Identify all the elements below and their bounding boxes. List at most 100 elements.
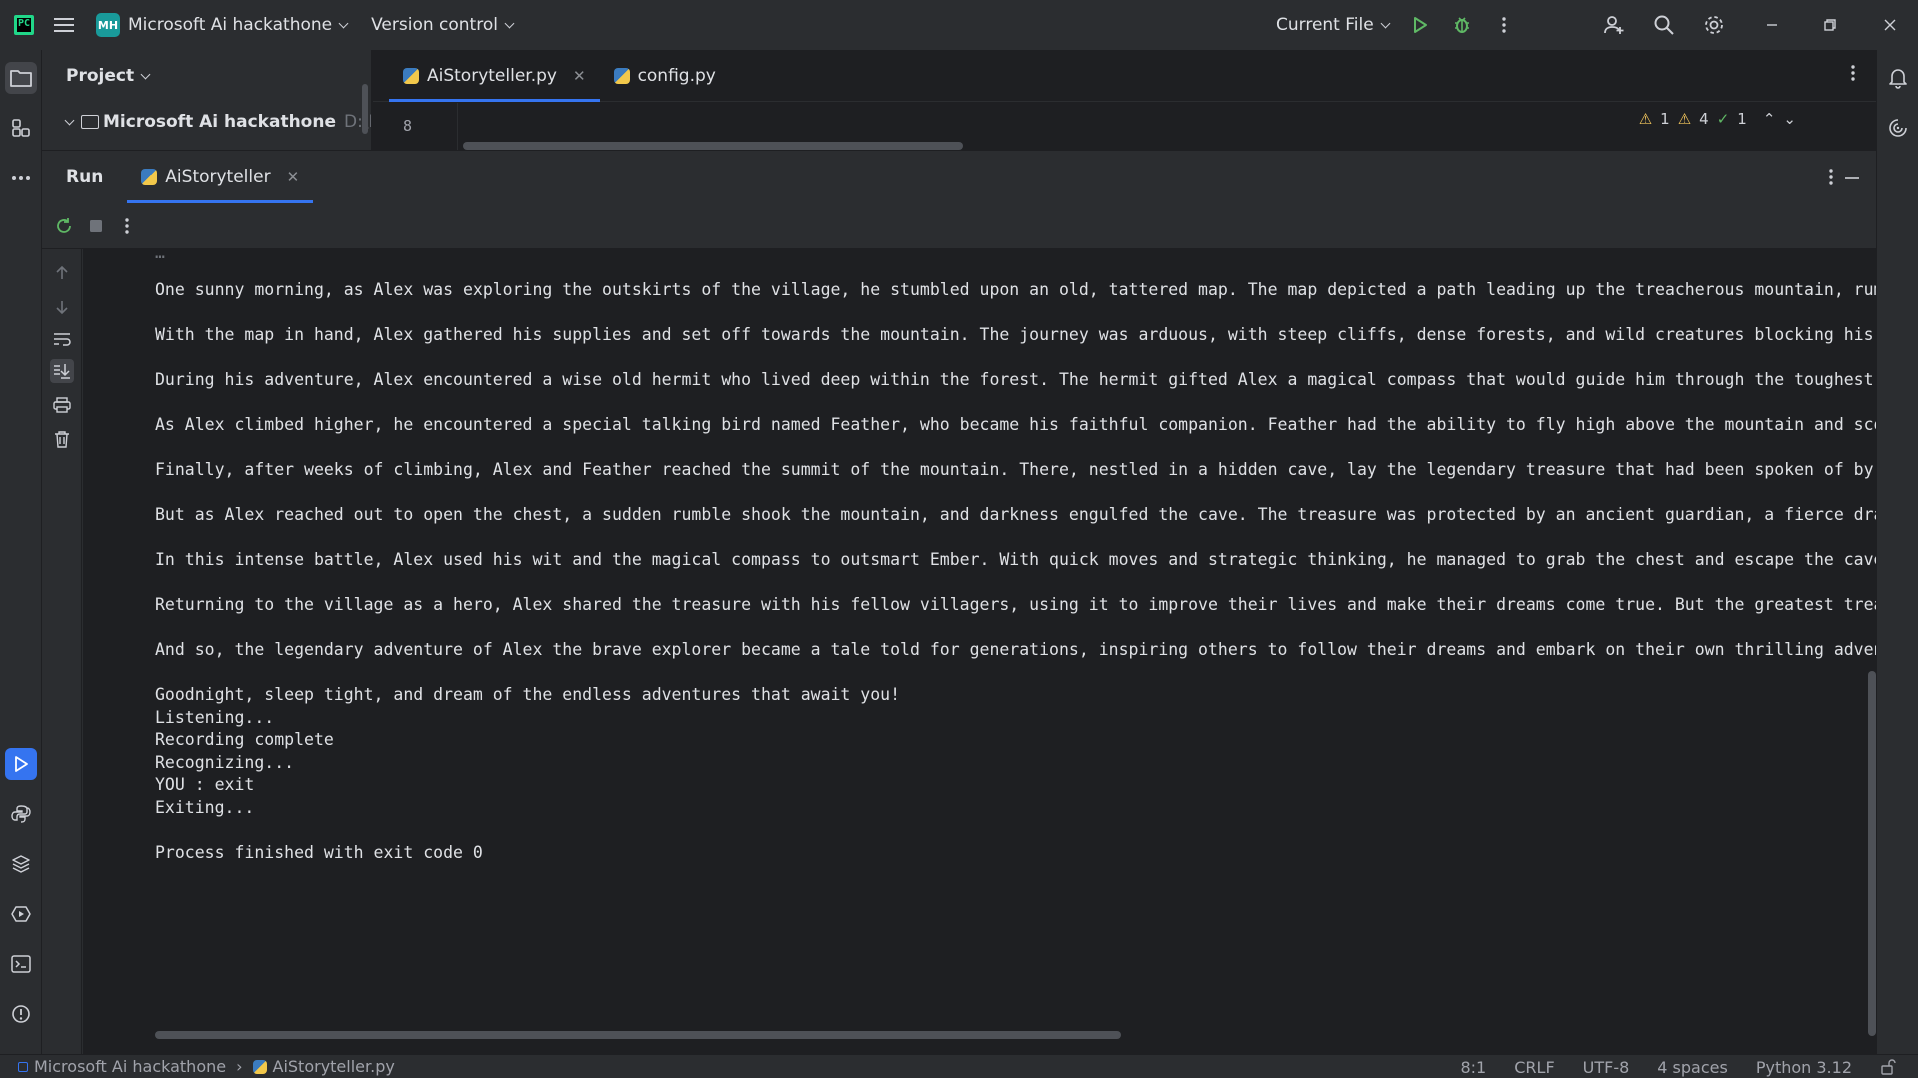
arrow-up-icon	[56, 265, 68, 279]
restore-button[interactable]	[1810, 0, 1850, 50]
caret-position[interactable]: 8:1	[1460, 1058, 1486, 1077]
search-everywhere-button[interactable]	[1644, 0, 1684, 50]
indent-setting[interactable]: 4 spaces	[1657, 1058, 1728, 1077]
run-tool-button[interactable]	[5, 748, 37, 780]
close-window-button[interactable]	[1870, 0, 1910, 50]
scroll-to-end-icon	[54, 364, 70, 379]
tree-root-row[interactable]: Microsoft Ai hackathone D:\P	[64, 112, 371, 132]
run-config-selector[interactable]: Current File	[1276, 0, 1391, 50]
stop-button[interactable]	[88, 218, 104, 234]
layers-icon	[12, 855, 30, 873]
run-tab-aistoryteller[interactable]: AiStoryteller ✕	[127, 151, 314, 203]
weak-warning-icon: ⚠	[1677, 110, 1692, 128]
run-toolbar	[42, 203, 1876, 249]
line-separator[interactable]: CRLF	[1514, 1058, 1554, 1077]
vcs-label: Version control	[371, 15, 498, 35]
more-vertical-icon	[1851, 65, 1855, 81]
minimize-button[interactable]	[1752, 0, 1792, 50]
settings-button[interactable]	[1694, 0, 1734, 50]
services-icon	[11, 906, 31, 922]
title-bar: PC MH Microsoft Ai hackathone Version co…	[0, 0, 1918, 50]
breadcrumb-file[interactable]: AiStoryteller.py	[273, 1057, 395, 1076]
structure-tool-button[interactable]	[5, 112, 37, 144]
console-output[interactable]: … One sunny morning, as Alex was explori…	[83, 249, 1876, 1055]
tab-label: config.py	[637, 66, 716, 86]
soft-wrap-icon	[54, 333, 71, 346]
more-actions-button[interactable]	[1484, 0, 1524, 50]
code-with-me-button[interactable]	[1594, 0, 1634, 50]
arrow-down-icon	[56, 301, 68, 315]
run-tab-label: AiStoryteller	[165, 167, 271, 187]
python-console-button[interactable]	[5, 798, 37, 830]
editor-horizontal-scrollbar[interactable]	[463, 142, 963, 150]
console-line: One sunny morning, as Alex was exploring…	[155, 280, 1876, 299]
console-line: As Alex climbed higher, he encountered a…	[155, 415, 1876, 434]
editor-tabs-more-button[interactable]	[1850, 64, 1856, 82]
bug-icon	[1455, 17, 1469, 33]
pycharm-logo-icon[interactable]: PC	[14, 15, 34, 35]
trash-icon	[55, 431, 69, 448]
close-tab-icon[interactable]: ✕	[573, 67, 586, 85]
search-icon	[1654, 15, 1674, 35]
more-tools-button[interactable]	[5, 162, 37, 194]
tab-aistoryteller[interactable]: AiStoryteller.py ✕	[389, 50, 600, 102]
project-name: Microsoft Ai hackathone	[128, 15, 333, 35]
chevron-down-icon	[140, 69, 151, 79]
lock-icon[interactable]	[1880, 1059, 1896, 1075]
breadcrumb-project[interactable]: Microsoft Ai hackathone	[34, 1057, 226, 1076]
rerun-button[interactable]	[54, 216, 74, 236]
run-options-button[interactable]	[1828, 168, 1834, 186]
debug-button[interactable]	[1442, 0, 1482, 50]
console-line: Recording complete	[155, 730, 334, 749]
run-toolbar-more-button[interactable]	[124, 217, 130, 235]
console-line: Process finished with exit code 0	[155, 843, 483, 862]
panel-scrollbar[interactable]	[362, 84, 368, 134]
soft-wrap-button[interactable]	[50, 327, 74, 351]
project-switcher[interactable]: Microsoft Ai hackathone	[128, 0, 349, 50]
print-button[interactable]	[50, 393, 74, 417]
more-vertical-icon	[1502, 17, 1506, 33]
clear-all-button[interactable]	[50, 427, 74, 451]
scroll-down-button[interactable]	[50, 295, 74, 319]
chevron-down-icon[interactable]: ⌄	[1783, 110, 1796, 128]
weak-warning-count: 4	[1699, 110, 1709, 128]
tab-config[interactable]: config.py	[600, 50, 730, 102]
chevron-up-icon[interactable]: ⌃	[1763, 110, 1776, 128]
python-file-icon	[403, 68, 419, 84]
project-panel-title: Project	[66, 66, 135, 86]
minimize-icon	[1845, 177, 1859, 179]
scroll-to-end-button[interactable]	[50, 359, 74, 383]
line-number: 8	[403, 117, 413, 135]
scroll-up-button[interactable]	[50, 261, 74, 285]
ai-assistant-icon	[1889, 119, 1907, 137]
editor-tabs: AiStoryteller.py ✕ config.py	[373, 50, 1876, 102]
python-interpreter[interactable]: Python 3.12	[1756, 1058, 1852, 1077]
hide-run-window-button[interactable]	[1844, 176, 1860, 180]
status-widgets: 8:1 CRLF UTF-8 4 spaces Python 3.12	[1460, 1055, 1896, 1078]
console-vertical-scrollbar[interactable]	[1868, 671, 1876, 1036]
file-encoding[interactable]: UTF-8	[1583, 1058, 1630, 1077]
console-line: And so, the legendary adventure of Alex …	[155, 640, 1876, 659]
run-tool-window: Run AiStoryteller ✕ … One sunny morning,…	[42, 150, 1876, 1055]
terminal-icon	[11, 955, 31, 973]
main-menu-icon[interactable]	[54, 18, 74, 32]
chevron-down-icon	[1380, 18, 1391, 28]
project-panel-header[interactable]: Project	[66, 66, 151, 86]
notifications-button[interactable]	[1882, 62, 1914, 94]
inspection-widget[interactable]: ⚠ 1 ⚠ 4 ✓ 1 ⌃ ⌄	[1639, 110, 1796, 128]
terminal-button[interactable]	[5, 948, 37, 980]
run-button[interactable]	[1400, 0, 1440, 50]
python-packages-button[interactable]	[5, 848, 37, 880]
folder-icon	[10, 70, 32, 87]
close-run-tab-icon[interactable]: ✕	[287, 168, 300, 186]
chevron-down-icon[interactable]	[64, 115, 75, 125]
vcs-menu[interactable]: Version control	[371, 0, 515, 50]
console-horizontal-scrollbar[interactable]	[155, 1031, 1121, 1039]
project-tool-button[interactable]	[5, 62, 37, 94]
printer-icon	[53, 397, 71, 413]
folder-icon	[81, 115, 99, 129]
problems-button[interactable]	[5, 998, 37, 1030]
ai-assistant-button[interactable]	[1882, 112, 1914, 144]
services-button[interactable]	[5, 898, 37, 930]
run-header: Run AiStoryteller ✕	[42, 151, 1876, 203]
